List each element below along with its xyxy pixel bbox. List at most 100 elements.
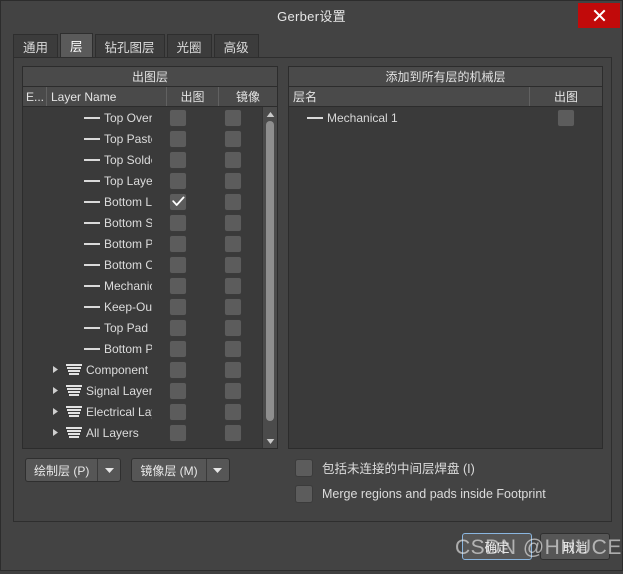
expand-arrow-icon[interactable] xyxy=(49,363,62,376)
row-plot-cell[interactable] xyxy=(152,108,204,127)
mechanical-layers-list[interactable]: Mechanical 1 xyxy=(289,107,602,448)
table-row[interactable]: Mechanical 1 xyxy=(23,275,262,296)
table-row[interactable]: Electrical Layers xyxy=(23,401,262,422)
row-mirror-cell[interactable] xyxy=(204,213,262,232)
row-mirror-checkbox[interactable] xyxy=(224,339,242,358)
row-plot-cell[interactable] xyxy=(152,255,204,274)
row-layer-name-cell[interactable]: Component Laye xyxy=(47,363,152,377)
row-plot-cell[interactable] xyxy=(152,171,204,190)
row-layer-name-cell[interactable]: Top Paste xyxy=(47,132,152,146)
row-plot-checkbox[interactable] xyxy=(169,213,187,232)
row-mirror-checkbox[interactable] xyxy=(224,297,242,316)
row-plot-checkbox[interactable] xyxy=(169,108,187,127)
row-mirror-cell[interactable] xyxy=(204,402,262,421)
row-mirror-checkbox[interactable] xyxy=(224,318,242,337)
mirror-layers-dropdown[interactable]: 镜像层 (M) xyxy=(131,458,230,482)
row-plot-cell[interactable] xyxy=(152,318,204,337)
column-header-plot[interactable]: 出图 xyxy=(167,87,219,106)
table-row[interactable]: Component Laye xyxy=(23,359,262,380)
row-plot-checkbox[interactable] xyxy=(169,192,187,211)
row-layer-name-cell[interactable]: Bottom Paste xyxy=(47,237,152,251)
column-header-extra[interactable]: E... xyxy=(23,87,47,106)
scrollbar-thumb[interactable] xyxy=(266,121,274,421)
row-layer-name-cell[interactable]: Keep-Out Layer xyxy=(47,300,152,314)
row-plot-checkbox[interactable] xyxy=(169,318,187,337)
table-row[interactable]: Bottom Layer xyxy=(23,191,262,212)
row-mirror-checkbox[interactable] xyxy=(224,423,242,442)
row-mirror-cell[interactable] xyxy=(204,276,262,295)
row-plot-cell[interactable] xyxy=(530,108,602,127)
row-layer-name-cell[interactable]: Mechanical 1 xyxy=(289,111,530,125)
row-plot-cell[interactable] xyxy=(152,129,204,148)
table-row[interactable]: Top Solder xyxy=(23,149,262,170)
row-plot-cell[interactable] xyxy=(152,360,204,379)
table-row[interactable]: Top Overlay xyxy=(23,107,262,128)
row-mirror-cell[interactable] xyxy=(204,192,262,211)
row-mirror-checkbox[interactable] xyxy=(224,360,242,379)
row-layer-name-cell[interactable]: Top Layer xyxy=(47,174,152,188)
row-mirror-cell[interactable] xyxy=(204,381,262,400)
table-row[interactable]: Bottom Overlay xyxy=(23,254,262,275)
row-layer-name-cell[interactable]: Top Pad Master xyxy=(47,321,152,335)
table-row[interactable]: Signal Layers xyxy=(23,380,262,401)
row-mirror-cell[interactable] xyxy=(204,171,262,190)
row-layer-name-cell[interactable]: Bottom Layer xyxy=(47,195,152,209)
scrollbar-track[interactable] xyxy=(263,121,277,434)
row-plot-checkbox[interactable] xyxy=(169,360,187,379)
table-row[interactable]: Bottom Pad Mas xyxy=(23,338,262,359)
row-mirror-cell[interactable] xyxy=(204,339,262,358)
row-mirror-checkbox[interactable] xyxy=(224,150,242,169)
row-plot-cell[interactable] xyxy=(152,423,204,442)
merge-regions-pads-checkbox[interactable] xyxy=(295,485,313,503)
row-plot-checkbox[interactable] xyxy=(169,129,187,148)
chevron-down-icon[interactable] xyxy=(207,466,229,474)
row-plot-cell[interactable] xyxy=(152,213,204,232)
row-mirror-checkbox[interactable] xyxy=(224,234,242,253)
row-mirror-checkbox[interactable] xyxy=(224,213,242,232)
row-plot-cell[interactable] xyxy=(152,150,204,169)
row-layer-name-cell[interactable]: Top Solder xyxy=(47,153,152,167)
row-mirror-checkbox[interactable] xyxy=(224,108,242,127)
expand-arrow-icon[interactable] xyxy=(49,426,62,439)
row-plot-checkbox[interactable] xyxy=(169,255,187,274)
column-header-mirror[interactable]: 镜像 xyxy=(219,87,277,106)
row-plot-checkbox[interactable] xyxy=(557,108,575,127)
row-mirror-checkbox[interactable] xyxy=(224,402,242,421)
row-mirror-cell[interactable] xyxy=(204,423,262,442)
row-plot-cell[interactable] xyxy=(152,234,204,253)
row-plot-cell[interactable] xyxy=(152,297,204,316)
tab-aperture[interactable]: 光圈 xyxy=(166,34,212,57)
row-plot-checkbox[interactable] xyxy=(169,171,187,190)
row-mirror-checkbox[interactable] xyxy=(224,276,242,295)
row-layer-name-cell[interactable]: Electrical Layers xyxy=(47,405,152,419)
tab-general[interactable]: 通用 xyxy=(13,34,59,57)
table-row[interactable]: Keep-Out Layer xyxy=(23,296,262,317)
row-plot-checkbox[interactable] xyxy=(169,423,187,442)
expand-arrow-icon[interactable] xyxy=(49,384,62,397)
row-plot-checkbox[interactable] xyxy=(169,276,187,295)
draw-layers-dropdown[interactable]: 绘制层 (P) xyxy=(25,458,122,482)
row-plot-checkbox[interactable] xyxy=(169,297,187,316)
table-row[interactable]: Mechanical 1 xyxy=(289,107,602,128)
table-row[interactable]: Top Pad Master xyxy=(23,317,262,338)
row-plot-checkbox[interactable] xyxy=(169,402,187,421)
row-mirror-checkbox[interactable] xyxy=(224,192,242,211)
row-plot-cell[interactable] xyxy=(152,192,204,211)
row-mirror-checkbox[interactable] xyxy=(224,381,242,400)
row-plot-cell[interactable] xyxy=(152,276,204,295)
row-mirror-cell[interactable] xyxy=(204,129,262,148)
row-layer-name-cell[interactable]: Bottom Overlay xyxy=(47,258,152,272)
row-mirror-checkbox[interactable] xyxy=(224,171,242,190)
row-mirror-cell[interactable] xyxy=(204,108,262,127)
plot-layers-scrollbar[interactable] xyxy=(262,107,277,448)
row-mirror-cell[interactable] xyxy=(204,297,262,316)
row-layer-name-cell[interactable]: Bottom Pad Mas xyxy=(47,342,152,356)
include-unconnected-pads-checkbox[interactable] xyxy=(295,458,313,477)
column-header-layer-name[interactable]: 层名 xyxy=(289,87,530,106)
row-mirror-cell[interactable] xyxy=(204,318,262,337)
row-plot-checkbox[interactable] xyxy=(169,339,187,358)
chevron-down-icon[interactable] xyxy=(98,466,120,474)
tab-drill[interactable]: 钻孔图层 xyxy=(94,34,165,57)
row-mirror-cell[interactable] xyxy=(204,255,262,274)
option-include-unconnected-pads[interactable]: 包括未连接的中间层焊盘 (I) xyxy=(295,458,603,477)
